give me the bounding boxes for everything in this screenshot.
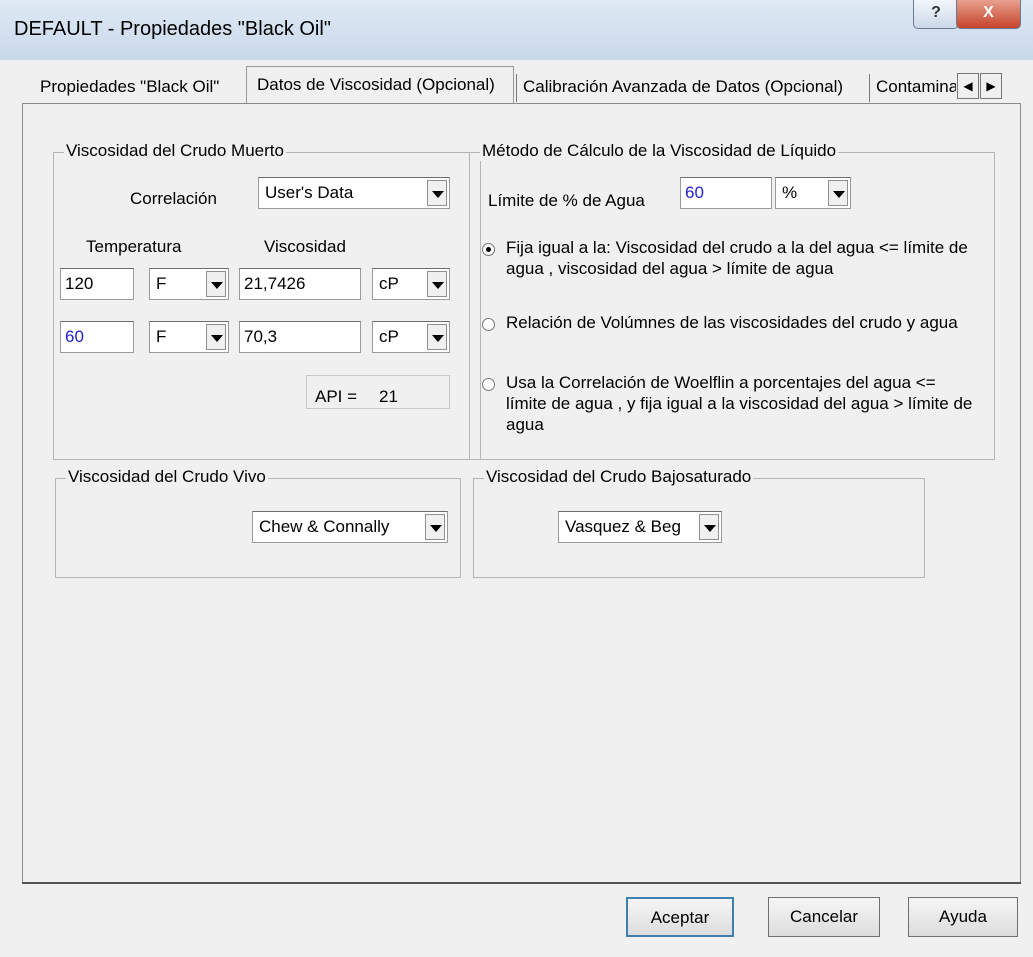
chevron-down-icon[interactable] <box>206 324 226 350</box>
viscosity-field-1[interactable]: 21,7426 <box>239 268 361 300</box>
ok-button[interactable]: Aceptar <box>626 897 734 937</box>
correlation-select[interactable]: User's Data <box>258 177 450 209</box>
window-title: DEFAULT - Propiedades "Black Oil" <box>14 18 331 40</box>
help-icon[interactable]: ? <box>913 0 959 29</box>
title-bar: DEFAULT - Propiedades "Black Oil" ? X <box>0 0 1033 60</box>
tab-separator <box>516 74 517 102</box>
method-radio-fixed[interactable] <box>482 243 495 256</box>
tab-separator <box>869 74 870 102</box>
cancel-button[interactable]: Cancelar <box>768 897 880 937</box>
tab-contamination[interactable]: Contamina <box>876 72 956 102</box>
temperature-field-2[interactable]: 60 <box>60 321 134 353</box>
chevron-down-icon[interactable] <box>699 514 719 540</box>
tab-scroll-left-icon[interactable]: ◀ <box>957 73 979 99</box>
correlation-value: User's Data <box>265 183 354 202</box>
live-oil-value: Chew & Connally <box>259 517 390 536</box>
water-limit-unit-value: % <box>782 183 798 202</box>
temp-unit-select-2[interactable]: F <box>149 321 229 353</box>
panel-divider <box>22 882 1021 884</box>
api-label: API = <box>315 387 358 406</box>
chevron-down-icon[interactable] <box>206 271 226 297</box>
tab-scroll-right-icon[interactable]: ▶ <box>980 73 1002 99</box>
method-option-fixed-label: Fija igual a la: Viscosidad del crudo a … <box>506 238 968 278</box>
tab-panel: Viscosidad del Crudo Muerto Correlación … <box>22 103 1021 883</box>
viscosity-field-2[interactable]: 70,3 <box>239 321 361 353</box>
api-value: 21 <box>379 387 398 406</box>
water-limit-field[interactable]: 60 <box>680 177 772 209</box>
tab-black-oil-properties[interactable]: Propiedades "Black Oil" <box>40 72 240 102</box>
live-oil-group-title: Viscosidad del Crudo Vivo <box>66 467 268 487</box>
water-limit-label: Límite de % de Agua <box>488 191 645 210</box>
tab-viscosity-data[interactable]: Datos de Viscosidad (Opcional) <box>246 66 514 104</box>
chevron-down-icon[interactable] <box>828 180 848 206</box>
help-button[interactable]: Ayuda <box>908 897 1018 937</box>
undersaturated-group-title: Viscosidad del Crudo Bajosaturado <box>484 467 754 487</box>
visc-unit-select-2[interactable]: cP <box>372 321 450 353</box>
visc-unit-select-1[interactable]: cP <box>372 268 450 300</box>
temp-unit-value-1: F <box>156 274 167 293</box>
undersaturated-select[interactable]: Vasquez & Beg <box>558 511 722 543</box>
temperature-field-1[interactable]: 120 <box>60 268 134 300</box>
method-option-woelflin-label: Usa la Correlación de Woelflin a porcent… <box>506 373 973 434</box>
visc-unit-value-2: cP <box>379 327 399 346</box>
liquid-method-group-title: Método de Cálculo de la Viscosidad de Lí… <box>480 141 839 161</box>
chevron-down-icon[interactable] <box>427 180 447 206</box>
correlation-label: Correlación <box>130 189 217 208</box>
method-option-volume-label: Relación de Volúmnes de las viscosidades… <box>506 313 958 332</box>
water-limit-unit-select[interactable]: % <box>775 177 851 209</box>
dialog-window: DEFAULT - Propiedades "Black Oil" ? X Pr… <box>0 0 1033 957</box>
temp-unit-select-1[interactable]: F <box>149 268 229 300</box>
dead-oil-group-title: Viscosidad del Crudo Muerto <box>64 141 286 161</box>
close-icon[interactable]: X <box>956 0 1021 29</box>
method-radio-woelflin[interactable] <box>482 378 495 391</box>
undersaturated-value: Vasquez & Beg <box>565 517 681 536</box>
undersaturated-group: Viscosidad del Crudo Bajosaturado Vasque… <box>473 467 925 578</box>
method-radio-volume[interactable] <box>482 318 495 331</box>
liquid-method-group: Método de Cálculo de la Viscosidad de Lí… <box>469 141 995 460</box>
chevron-down-icon[interactable] <box>427 271 447 297</box>
chevron-down-icon[interactable] <box>425 514 445 540</box>
chevron-down-icon[interactable] <box>427 324 447 350</box>
live-oil-select[interactable]: Chew & Connally <box>252 511 448 543</box>
live-oil-group: Viscosidad del Crudo Vivo Chew & Connall… <box>55 467 461 578</box>
visc-unit-value-1: cP <box>379 274 399 293</box>
temp-unit-value-2: F <box>156 327 167 346</box>
viscosity-header: Viscosidad <box>264 237 346 256</box>
temperature-header: Temperatura <box>86 237 182 256</box>
dead-oil-group: Viscosidad del Crudo Muerto Correlación … <box>53 141 481 460</box>
api-box: API = 21 <box>306 375 450 409</box>
tab-advanced-calibration[interactable]: Calibración Avanzada de Datos (Opcional) <box>523 72 867 102</box>
